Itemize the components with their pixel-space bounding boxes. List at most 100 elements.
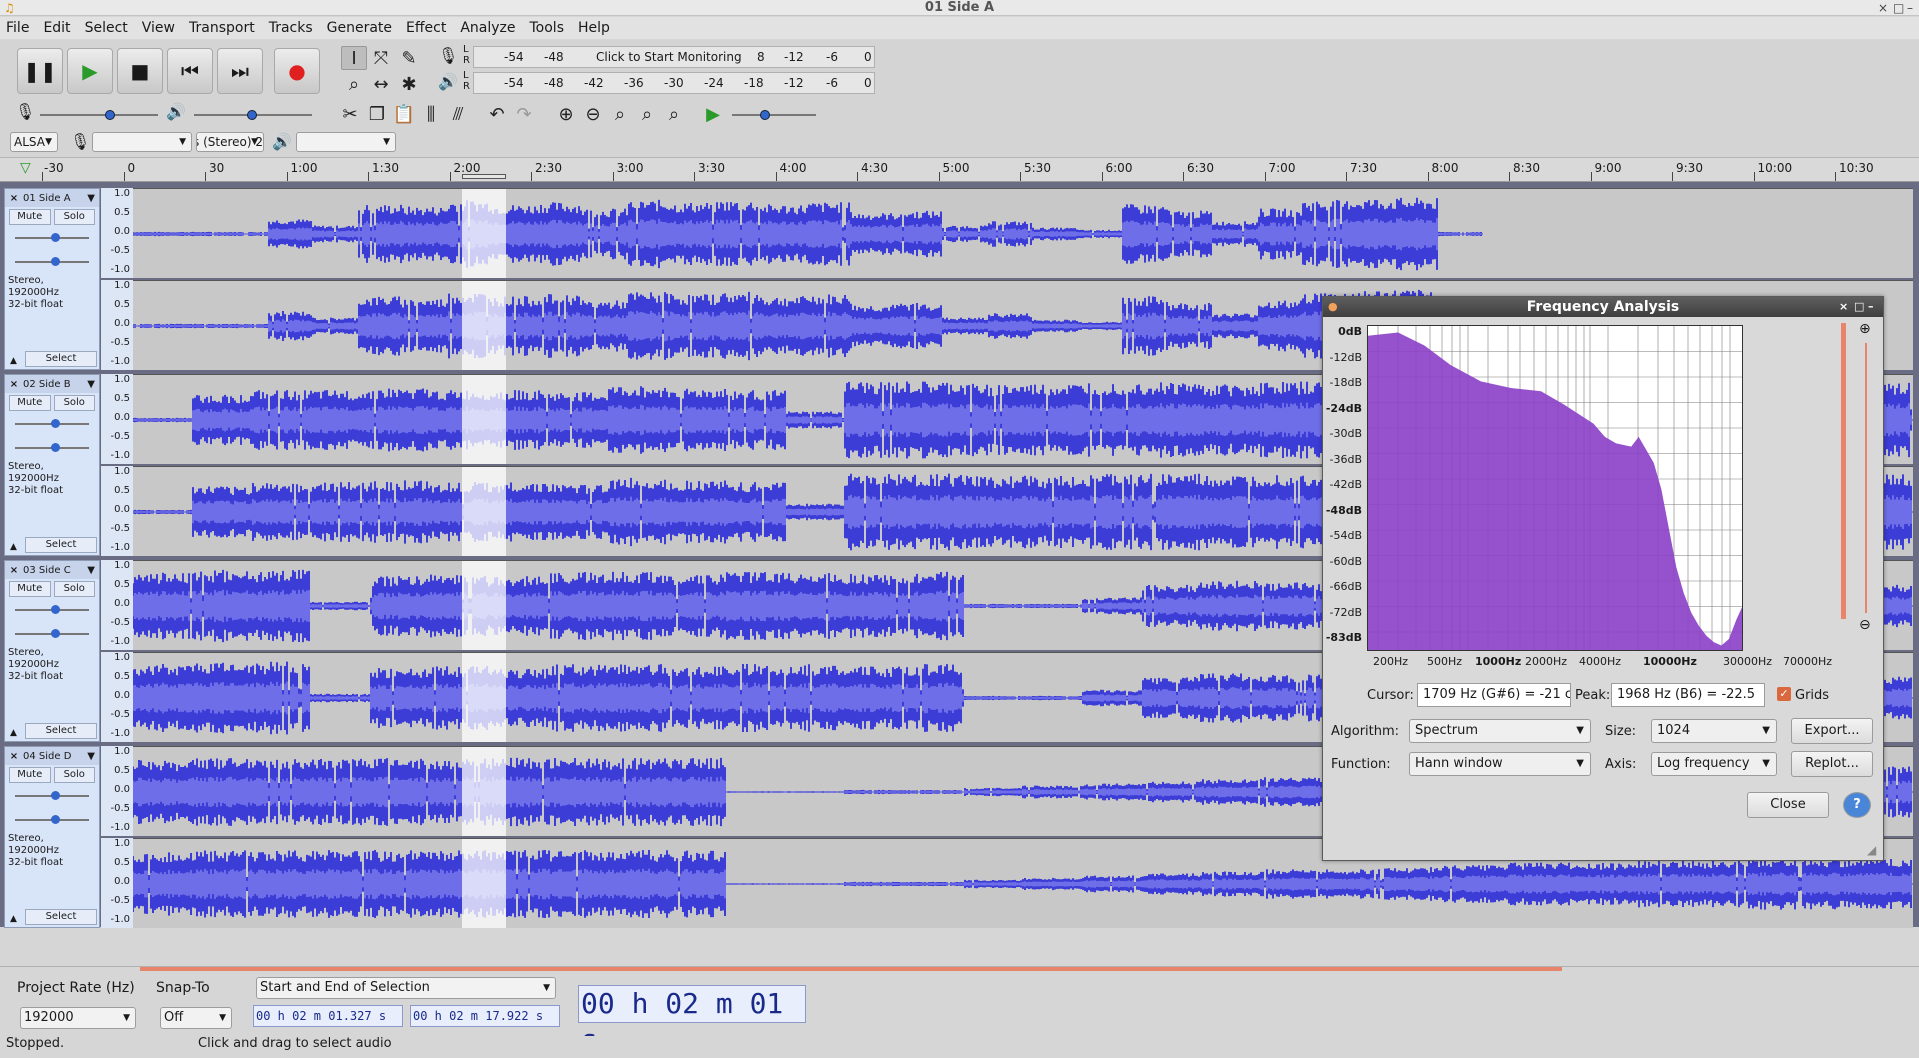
record-button[interactable]: ●: [274, 48, 320, 94]
track-select-button[interactable]: Select: [25, 723, 97, 739]
dialog-maximize-icon[interactable]: □: [1854, 297, 1864, 317]
size-select[interactable]: 1024 ▼: [1651, 719, 1777, 743]
copy-button[interactable]: ❐: [364, 102, 390, 126]
menu-file[interactable]: File: [6, 20, 29, 36]
help-button[interactable]: ?: [1843, 792, 1871, 818]
audio-position-time[interactable]: 00 h 02 m 01 s: [578, 985, 806, 1056]
trim-button[interactable]: ⫼: [418, 102, 444, 126]
menu-analyze[interactable]: Analyze: [460, 20, 515, 36]
selection-region[interactable]: [462, 375, 506, 464]
snap-to-select[interactable]: Off ▼: [160, 1007, 232, 1029]
gain-slider[interactable]: [15, 227, 89, 249]
track-control-panel[interactable]: × 01 Side A ▼ Mute Solo Stereo, 192000Hz 32-bi…: [4, 188, 100, 370]
recording-volume-slider[interactable]: [40, 110, 158, 120]
paste-button[interactable]: 📋: [391, 102, 417, 126]
close-button[interactable]: Close: [1747, 792, 1829, 818]
solo-button[interactable]: Solo: [53, 395, 95, 411]
selection-region[interactable]: [462, 467, 506, 556]
collapse-track-icon[interactable]: ▲: [10, 914, 17, 924]
function-select[interactable]: Hann window ▼: [1409, 752, 1591, 776]
stop-button[interactable]: ■: [117, 48, 163, 94]
menu-help[interactable]: Help: [578, 20, 610, 36]
selection-region[interactable]: [462, 747, 506, 836]
maximize-window-icon[interactable]: □: [1893, 0, 1904, 16]
close-track-icon[interactable]: ×: [7, 565, 21, 576]
mute-button[interactable]: Mute: [9, 581, 51, 597]
record-meter[interactable]: -54 -48 Click to Start Monitoring 8 -12 …: [473, 46, 875, 68]
replot-button[interactable]: Replot...: [1791, 751, 1873, 777]
timeshift-tool[interactable]: ↔: [368, 72, 394, 96]
track-name[interactable]: 03 Side C: [23, 565, 85, 576]
playback-meter-speaker-icon[interactable]: 🔊: [438, 72, 458, 91]
playback-volume-knob[interactable]: [247, 110, 257, 120]
draw-tool[interactable]: ✎: [396, 46, 422, 70]
solo-button[interactable]: Solo: [53, 581, 95, 597]
track-name[interactable]: 01 Side A: [23, 193, 85, 204]
grids-checkbox[interactable]: ✓: [1777, 687, 1791, 701]
menu-edit[interactable]: Edit: [43, 20, 70, 36]
menu-view[interactable]: View: [142, 20, 175, 36]
skip-start-button[interactable]: ⏮: [167, 48, 213, 94]
play-speed-knob[interactable]: [760, 110, 770, 120]
selection-region[interactable]: [462, 839, 506, 928]
silence-button[interactable]: ⫻: [445, 102, 471, 126]
zoom-in-freq-icon[interactable]: ⊕: [1859, 321, 1871, 337]
track-menu-icon[interactable]: ▼: [87, 379, 99, 390]
menu-generate[interactable]: Generate: [327, 20, 392, 36]
menu-transport[interactable]: Transport: [189, 20, 255, 36]
play-button[interactable]: ▶: [67, 48, 113, 94]
playback-meter[interactable]: -54 -48 -42 -36 -30 -24 -18 -12 -6 0: [473, 72, 875, 94]
gain-slider[interactable]: [15, 599, 89, 621]
selection-mode-select[interactable]: Start and End of Selection ▼: [256, 977, 556, 999]
close-track-icon[interactable]: ×: [7, 751, 21, 762]
pan-slider[interactable]: [15, 249, 89, 271]
multi-tool[interactable]: ✱: [396, 72, 422, 96]
gain-slider[interactable]: [15, 785, 89, 807]
track-name[interactable]: 02 Side B: [23, 379, 85, 390]
amplitude-axis[interactable]: 1.0 0.5 0.0 -0.5 -1.0: [101, 280, 133, 370]
solo-button[interactable]: Solo: [53, 209, 95, 225]
amplitude-axis[interactable]: 1.0 0.5 0.0 -0.5 -1.0: [101, 374, 133, 464]
selection-region[interactable]: [462, 561, 506, 650]
mute-button[interactable]: Mute: [9, 395, 51, 411]
fit-project-button[interactable]: ⌕: [634, 102, 660, 126]
axis-select[interactable]: Log frequency ▼: [1651, 752, 1777, 776]
close-track-icon[interactable]: ×: [7, 379, 21, 390]
export-button[interactable]: Export...: [1791, 718, 1873, 744]
play-at-speed-button[interactable]: ▶: [700, 102, 726, 126]
track-menu-icon[interactable]: ▼: [87, 751, 99, 762]
track-control-panel[interactable]: × 02 Side B ▼ Mute Solo Stereo, 192000Hz 32-bi…: [4, 374, 100, 556]
recording-device-select[interactable]: ▼: [92, 132, 192, 152]
gain-slider[interactable]: [15, 413, 89, 435]
track-menu-icon[interactable]: ▼: [87, 193, 99, 204]
close-window-icon[interactable]: ×: [1878, 0, 1888, 16]
pause-button[interactable]: ❚❚: [17, 48, 63, 94]
track-menu-icon[interactable]: ▼: [87, 565, 99, 576]
selection-region[interactable]: [462, 189, 506, 278]
selection-start-time[interactable]: 00 h 02 m 01.327 s: [253, 1005, 403, 1027]
pan-slider[interactable]: [15, 621, 89, 643]
fit-selection-button[interactable]: ⌕: [607, 102, 633, 126]
gain-slider-track[interactable]: [1841, 323, 1846, 619]
record-meter-prompt[interactable]: Click to Start Monitoring: [596, 50, 742, 64]
menu-tracks[interactable]: Tracks: [269, 20, 313, 36]
redo-button[interactable]: ↷: [511, 102, 537, 126]
menu-select[interactable]: Select: [85, 20, 128, 36]
amplitude-axis[interactable]: 1.0 0.5 0.0 -0.5 -1.0: [101, 466, 133, 556]
recording-channels-select[interactable]: 2 (Stereo) Recording Channels▼: [196, 132, 264, 152]
amplitude-axis[interactable]: 1.0 0.5 0.0 -0.5 -1.0: [101, 838, 133, 928]
collapse-track-icon[interactable]: ▲: [10, 728, 17, 738]
spectrum-plot[interactable]: [1367, 325, 1743, 651]
collapse-track-icon[interactable]: ▲: [10, 542, 17, 552]
selection-region[interactable]: [462, 653, 506, 742]
track-select-button[interactable]: Select: [25, 909, 97, 925]
waveform-channel[interactable]: [133, 188, 1913, 278]
playback-volume-slider[interactable]: [194, 110, 312, 120]
solo-button[interactable]: Solo: [53, 767, 95, 783]
selection-end-time[interactable]: 00 h 02 m 17.922 s: [410, 1005, 560, 1027]
dialog-minimize-icon[interactable]: –: [1868, 297, 1874, 317]
track-control-panel[interactable]: × 03 Side C ▼ Mute Solo Stereo, 192000Hz 32-bi…: [4, 560, 100, 742]
track-select-button[interactable]: Select: [25, 537, 97, 553]
waveform[interactable]: [133, 189, 1913, 278]
zoom-toggle-button[interactable]: ⌕: [661, 102, 687, 126]
